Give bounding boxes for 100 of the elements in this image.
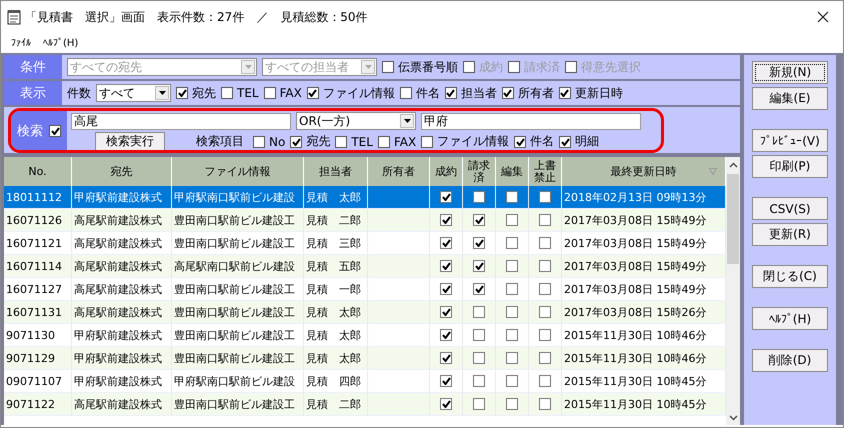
scroll-up-icon[interactable] — [728, 162, 738, 168]
checkbox[interactable] — [49, 124, 61, 136]
checkbox[interactable] — [473, 375, 485, 387]
checkbox[interactable] — [473, 283, 485, 295]
checkbox[interactable]: 伝票番号順 — [382, 58, 458, 76]
scrollbar[interactable] — [726, 157, 740, 425]
checkbox[interactable]: FAX — [378, 134, 416, 148]
table-cell: 見積 二郎 — [304, 393, 368, 416]
count-label: 件数 — [67, 84, 91, 102]
checkbox[interactable]: 宛先 — [176, 84, 216, 102]
table-row[interactable]: 9071122 高尾駅前建設株式 豊田南口駅前ビル建設工 見積 二郎 2015年11月30日 10時45分 — [4, 393, 726, 416]
checkbox[interactable] — [539, 306, 551, 318]
checkbox[interactable] — [539, 237, 551, 249]
dropdown-arrow-icon[interactable] — [404, 119, 410, 123]
checkbox[interactable] — [440, 398, 452, 410]
operator-dropdown[interactable]: OR(一方) — [296, 112, 416, 130]
checkbox[interactable] — [539, 191, 551, 203]
keyword-field[interactable]: 甲府 — [421, 112, 641, 130]
checkbox[interactable] — [473, 214, 485, 226]
check-icon — [442, 354, 450, 362]
checkbox[interactable] — [440, 329, 452, 341]
action-button[interactable]: 更新(R) — [752, 223, 828, 246]
menu-item[interactable]: ﾌｧｲﾙ — [11, 37, 31, 49]
checkbox[interactable] — [506, 329, 518, 341]
action-button[interactable]: CSV(S) — [752, 197, 828, 220]
checkbox[interactable] — [473, 306, 485, 318]
checkbox[interactable] — [440, 237, 452, 249]
action-button[interactable]: ﾍﾙﾌﾟ(H) — [752, 307, 828, 330]
checkbox[interactable]: 件名 — [400, 84, 440, 102]
checkbox[interactable] — [506, 237, 518, 249]
table-cell: 高尾駅前建設株式 — [72, 393, 172, 416]
checkbox[interactable]: TEL — [335, 134, 373, 148]
checkbox[interactable] — [506, 283, 518, 295]
action-button[interactable]: 削除(D) — [752, 349, 828, 372]
checkbox[interactable]: 更新日時 — [558, 84, 623, 102]
table-row[interactable]: 16071127 高尾駅前建設株式 豊田南口駅前ビル建設工 見積 一郎 2017年03月08日 15時49分 — [4, 278, 726, 301]
table-row[interactable]: 16071126 高尾駅前建設株式 豊田南口駅前ビル建設工 見積 二郎 2017年03月08日 15時49分 — [4, 209, 726, 232]
action-button[interactable]: 閉じる(C) — [752, 265, 828, 288]
checkbox[interactable]: 担当者 — [444, 84, 497, 102]
table-row[interactable]: 9071130 甲府駅前建設株式 豊田南口駅前ビル建設工 見積 太郎 2015年11月30日 10時46分 — [4, 324, 726, 347]
checkbox[interactable] — [539, 283, 551, 295]
checkbox[interactable] — [440, 191, 452, 203]
checkbox[interactable]: 明細 — [559, 133, 600, 150]
search-run-button[interactable]: 検索実行 — [95, 132, 165, 150]
checkbox[interactable] — [473, 398, 485, 410]
dropdown[interactable]: すべて — [96, 84, 171, 102]
checkbox[interactable]: 宛先 — [290, 133, 330, 150]
table-row[interactable]: 16071131 高尾駅前建設株式 豊田南口駅前ビル建設工 見積 太郎 2017年03月08日 15時26分 — [4, 301, 726, 324]
table-row[interactable]: 16071121 高尾駅前建設株式 豊田南口駅前ビル建設工 見積 三郎 2017年03月08日 15時49分 — [4, 232, 726, 255]
checkbox[interactable] — [473, 352, 485, 364]
checkbox[interactable] — [539, 398, 551, 410]
checkbox[interactable] — [440, 352, 452, 364]
action-button[interactable]: ﾌﾟﾚﾋﾞｭｰ(V) — [752, 129, 828, 152]
checkbox[interactable] — [440, 214, 452, 226]
checkbox[interactable]: 件名 — [514, 133, 554, 150]
check-icon — [178, 89, 186, 97]
checkbox[interactable] — [539, 329, 551, 341]
checkbox[interactable] — [539, 260, 551, 272]
check-icon — [442, 308, 450, 316]
table-row[interactable]: 18011112 甲府駅前建設株式 甲府駅南口駅前ビル建設 見積 太郎 2018年02月13日 09時13分 — [4, 186, 726, 209]
checkbox[interactable] — [506, 214, 518, 226]
checkbox[interactable] — [506, 398, 518, 410]
check-icon — [474, 285, 484, 293]
checkbox[interactable] — [539, 214, 551, 226]
checkbox[interactable]: No — [253, 134, 286, 148]
checkbox[interactable] — [440, 306, 452, 318]
check-icon — [474, 262, 484, 270]
dropdown-arrow-icon[interactable] — [158, 91, 166, 95]
table-row[interactable]: 16071114 高尾駅前建設株式 高尾駅南口駅前ビル建設 見積 五郎 2017年03月08日 15時49分 — [4, 255, 726, 278]
table-row[interactable]: 09071107 甲府駅前建設株式 甲府駅南口駅前ビル建設 見積 四郎 2015年11月30日 10時45分 — [4, 370, 726, 393]
scroll-down-icon[interactable] — [728, 415, 738, 421]
checkbox[interactable] — [473, 191, 485, 203]
keyword-field[interactable]: 高尾 — [71, 112, 291, 130]
checkbox[interactable]: TEL — [221, 86, 259, 100]
action-button[interactable]: 編集(E) — [752, 87, 828, 110]
checkbox[interactable]: ファイル情報 — [421, 133, 510, 150]
checkbox[interactable]: 所有者 — [502, 84, 554, 102]
checkbox[interactable] — [506, 306, 518, 318]
checkbox[interactable] — [440, 260, 452, 272]
checkbox[interactable] — [440, 283, 452, 295]
checkbox[interactable] — [506, 352, 518, 364]
checkbox[interactable] — [473, 237, 485, 249]
action-button[interactable]: 新規(N) — [752, 61, 828, 84]
checkbox[interactable]: ファイル情報 — [306, 84, 395, 102]
checkbox[interactable] — [473, 260, 485, 272]
checkbox[interactable] — [539, 352, 551, 364]
notepad-icon — [7, 9, 21, 25]
check-icon — [446, 89, 456, 97]
action-button[interactable]: 印刷(P) — [752, 155, 828, 178]
close-icon[interactable] — [817, 11, 829, 23]
checkbox[interactable] — [473, 329, 485, 341]
menu-item[interactable]: ﾍﾙﾌﾟ(H) — [43, 37, 78, 49]
checkbox[interactable] — [440, 375, 452, 387]
check-icon — [516, 138, 525, 146]
checkbox[interactable] — [506, 260, 518, 272]
checkbox[interactable] — [539, 375, 551, 387]
table-row[interactable]: 9071129 甲府駅前建設株式 豊田南口駅前ビル建設工 見積 太郎 2015年11月30日 10時46分 — [4, 347, 726, 370]
checkbox[interactable] — [506, 191, 518, 203]
checkbox[interactable] — [506, 375, 518, 387]
checkbox[interactable]: FAX — [264, 86, 302, 100]
